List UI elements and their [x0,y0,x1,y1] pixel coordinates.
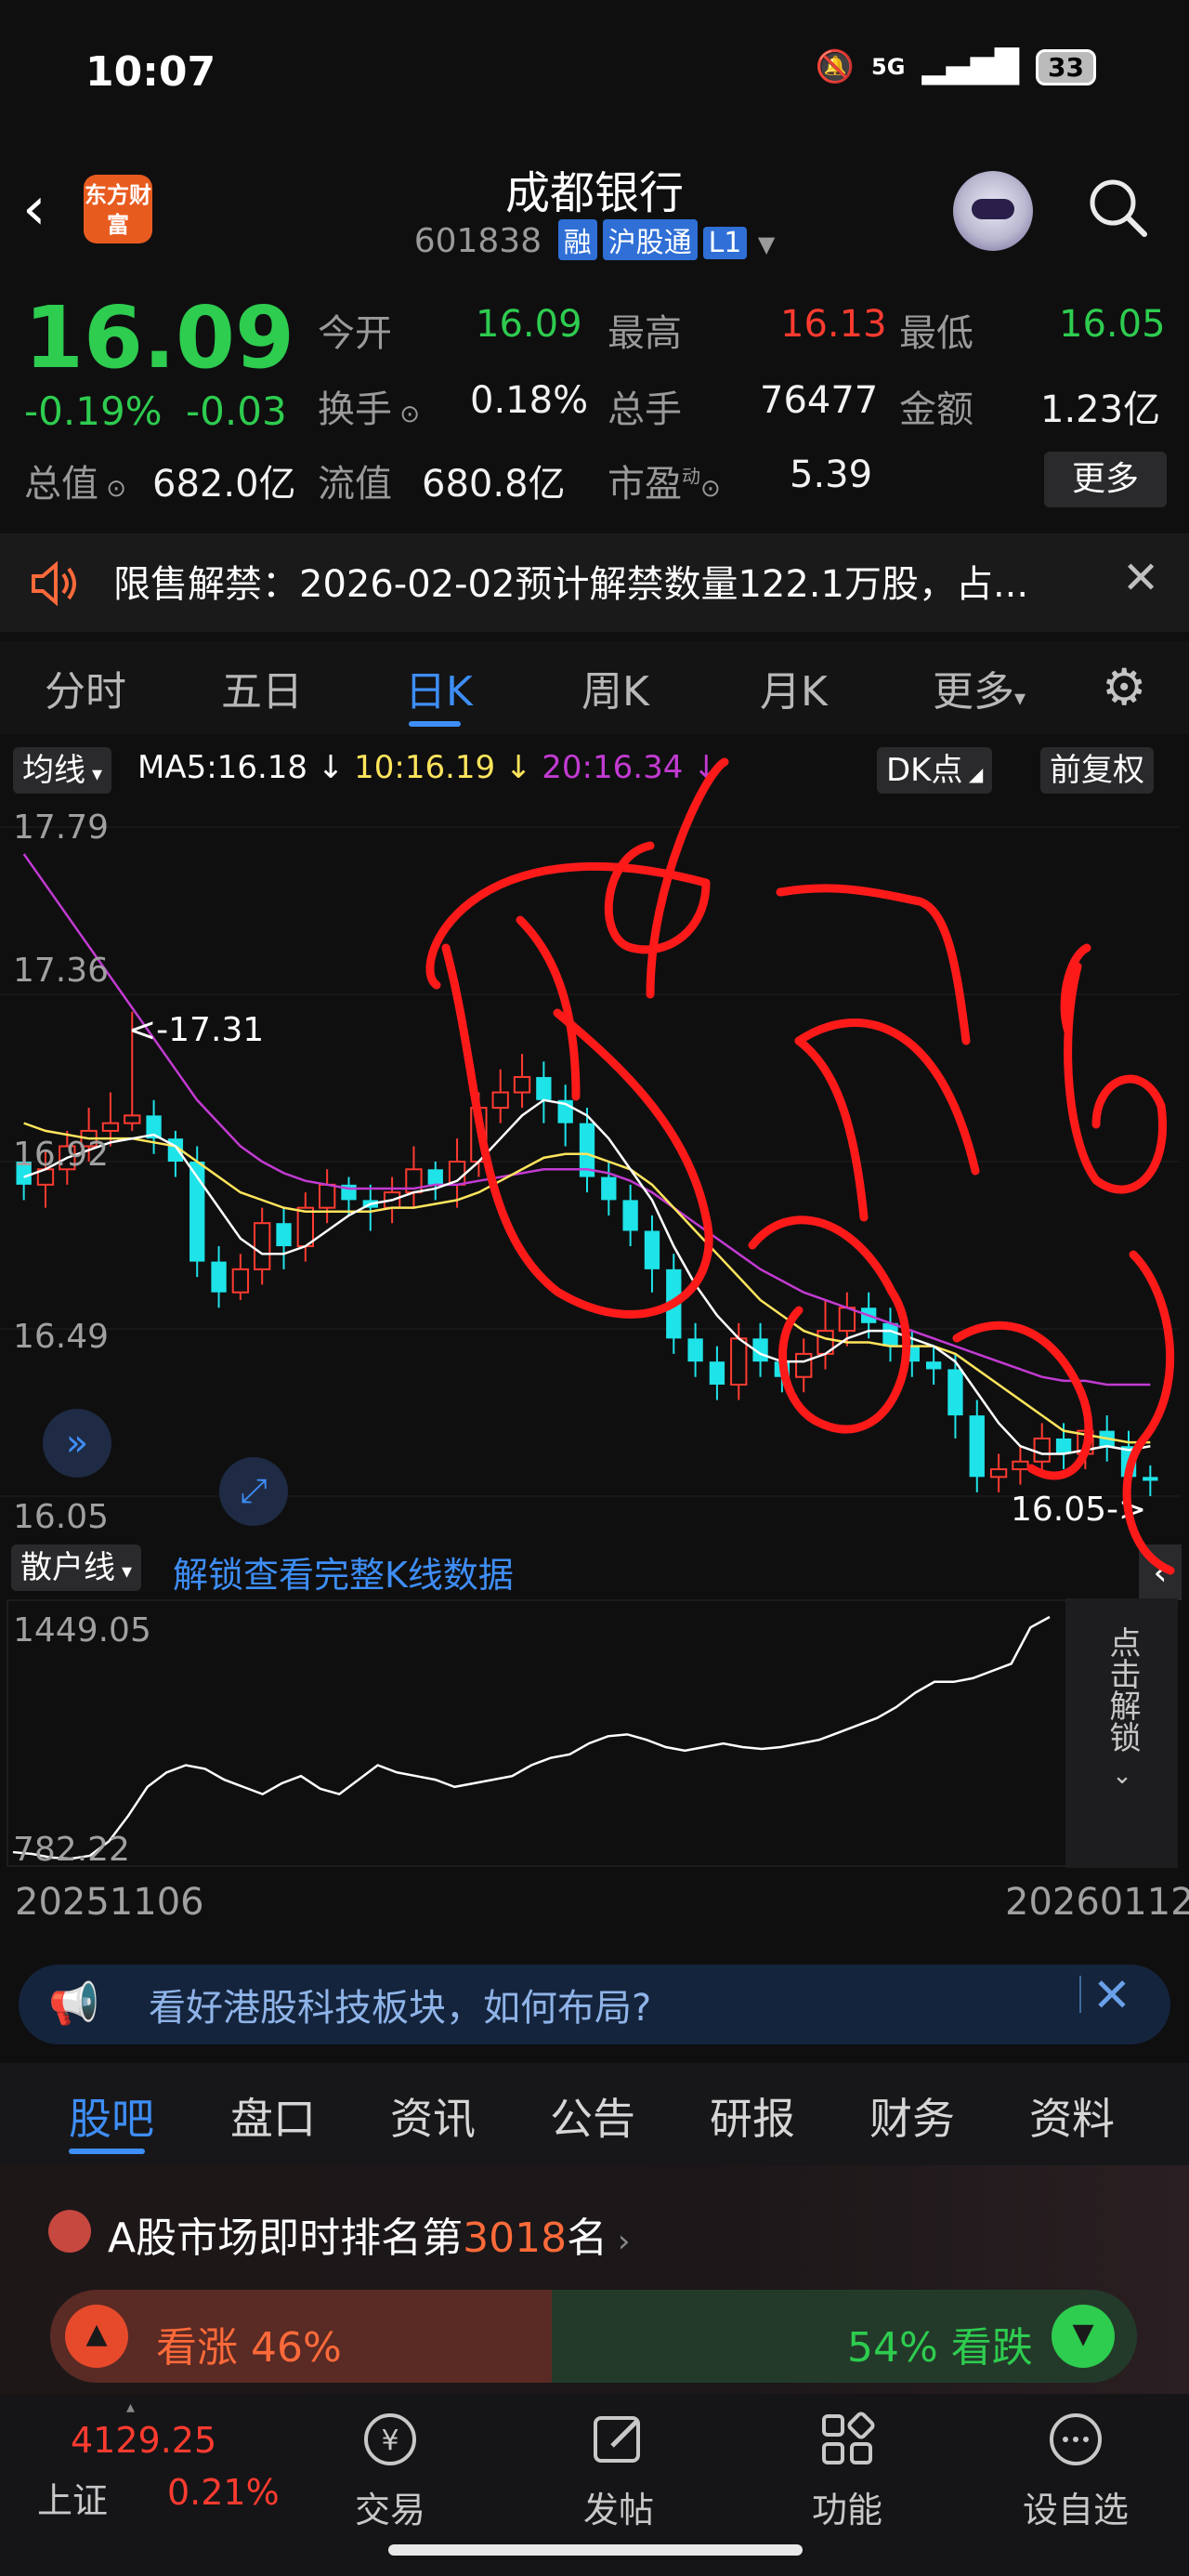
tab-more[interactable]: 更多▾ [933,658,1026,717]
megaphone-icon: 📢 [48,1980,99,2028]
tab-weekly-k[interactable]: 周K [581,658,649,717]
ad-text[interactable]: 看好港股科技板块，如何布局? [149,1978,651,2031]
apps-icon [822,2412,875,2464]
nav-functions[interactable]: 功能 [782,2407,912,2532]
nav-trade[interactable]: ¥ 交易 [325,2407,455,2532]
robot-visor [972,199,1014,219]
speaker-icon [32,560,76,607]
pe-value: 5.39 [790,453,873,496]
index-value[interactable]: 4129.25 [71,2420,216,2461]
nav-post[interactable]: 发帖 [554,2407,684,2532]
tab-research[interactable]: 研报 [710,2085,795,2147]
rank-icon [48,2210,91,2253]
amount-label: 金额 [899,388,973,431]
mute-icon: 🔕 [815,48,856,85]
turnover-label[interactable]: 换手 ⊙ [318,379,420,433]
sub-y-tick-label: 782.22 [13,1831,130,1869]
tab-forum[interactable]: 股吧 [69,2085,154,2147]
post-icon [594,2416,640,2463]
gear-icon[interactable]: ⚙ [1102,658,1146,716]
x-start-label: 20251106 [15,1881,204,1924]
tag-level: L1 [702,227,748,259]
volume-label: 总手 [608,388,682,431]
stock-code: 601838 [413,222,542,260]
rank-number: 3018 [463,2215,568,2262]
ad-divider [1079,1976,1081,2013]
current-price: 16.09 [24,288,295,388]
more-button[interactable]: 更多 [1044,452,1167,507]
tab-profile[interactable]: 资料 [1029,2085,1115,2147]
x-end-label: 20260112 [1005,1881,1189,1924]
rank-text[interactable]: A股市场即时排名第3018名 › [108,2204,631,2264]
status-time: 10:07 [85,48,216,96]
float-cap-label: 流值 [318,463,392,506]
volume-value: 76477 [760,379,879,422]
home-indicator [388,2544,803,2556]
index-change[interactable]: 0.21% [167,2472,280,2513]
tab-intraday[interactable]: 分时 [45,658,126,717]
tab-news[interactable]: 资讯 [390,2085,476,2147]
dropdown-icon[interactable]: ▼ [758,231,775,257]
network-label: 5G [871,54,906,80]
tag-margin: 融 [557,219,597,260]
tab-orderbook[interactable]: 盘口 [230,2085,316,2147]
trade-icon: ¥ [364,2413,416,2465]
tab-five-day[interactable]: 五日 [221,658,303,717]
amount-value: 1.23亿 [1040,388,1161,431]
market-cap-label[interactable]: 总值 ⊙ [24,453,126,507]
tab-finance[interactable]: 财务 [869,2085,955,2147]
vote-up-label: 看涨 46% [156,2324,342,2372]
battery-icon: 33 [1036,48,1096,85]
index-name[interactable]: 上证 [37,2472,108,2523]
signal-icon: ▂▄▆█ [921,48,1020,85]
vote-down-button[interactable]: ▼ [1052,2305,1115,2368]
low-label: 最低 [899,312,973,355]
index-arrow-icon: ▴ [126,2398,147,2417]
open-value: 16.09 [476,303,582,346]
active-tab-indicator [409,721,461,727]
low-value: 16.05 [1059,303,1166,346]
float-cap-value: 680.8亿 [422,463,566,506]
tab-daily-k[interactable]: 日K [405,658,473,717]
close-icon[interactable]: ✕ [1092,1968,1131,2022]
search-icon[interactable] [1085,175,1150,240]
vote-up-button[interactable]: ▲ [65,2305,128,2368]
open-label: 今开 [318,312,392,355]
turnover-value: 0.18% [470,379,589,422]
high-label: 最高 [608,312,682,355]
close-icon[interactable]: ✕ [1122,552,1159,604]
pe-label[interactable]: 市盈动⊙ [608,453,721,507]
system-icons: 🔕 5G ▂▄▆█ 33 [816,48,1096,85]
nav-add-favorite[interactable]: 设自选 [1011,2407,1141,2532]
high-value: 16.13 [780,303,887,346]
svg-text:¥: ¥ [381,2425,399,2457]
tab-monthly-k[interactable]: 月K [760,658,828,717]
change-amount: -0.03 [186,388,287,434]
handwritten-scribble [425,757,1175,1575]
tag-connect: 沪股通 [602,219,698,260]
favorite-icon [1050,2413,1102,2465]
change-percent: -0.19% [24,388,163,434]
tab-announcements[interactable]: 公告 [550,2085,635,2147]
market-cap-value: 682.0亿 [152,463,296,506]
notice-text[interactable]: 限售解禁：2026-02-02预计解禁数量122.1万股，占... [113,554,1028,608]
vote-down-fill [552,2290,1137,2383]
vote-down-label: 54% 看跌 [847,2324,1033,2372]
active-tab-indicator [69,2149,145,2154]
